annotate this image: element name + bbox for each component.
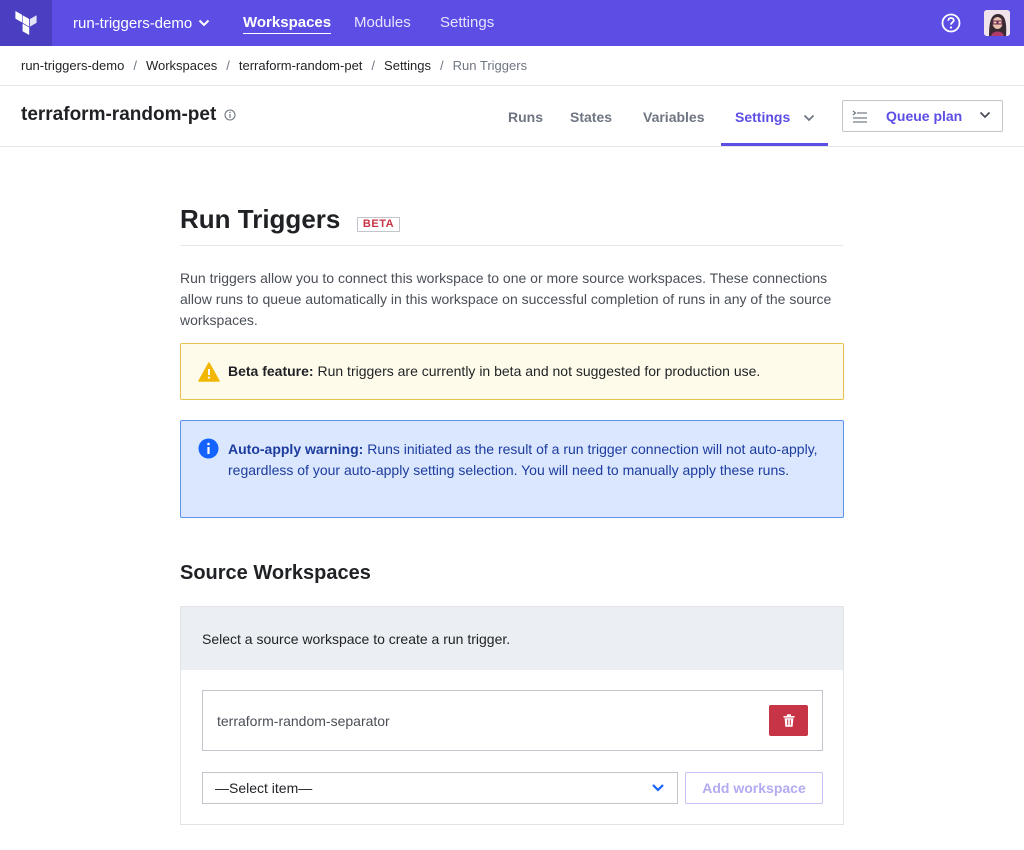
chevron-down-icon <box>652 784 664 792</box>
top-navigation: run-triggers-demo Workspaces Modules Set… <box>0 0 1024 46</box>
info-icon[interactable] <box>224 109 236 121</box>
workspace-title: terraform-random-pet <box>21 104 236 126</box>
panel-header: Select a source workspace to create a ru… <box>181 607 843 670</box>
list-icon <box>852 110 867 123</box>
terraform-logo-icon[interactable] <box>0 0 52 46</box>
auto-apply-warning-title: Auto-apply warning: <box>228 441 364 457</box>
breadcrumb-separator: / <box>226 58 230 73</box>
info-circle-icon <box>198 438 219 459</box>
org-name: run-triggers-demo <box>73 14 193 32</box>
tab-states[interactable]: States <box>570 109 612 125</box>
auto-apply-warning-alert: Auto-apply warning: Runs initiated as th… <box>180 420 844 518</box>
tab-runs[interactable]: Runs <box>508 109 543 125</box>
divider <box>0 146 1024 147</box>
breadcrumb: run-triggers-demo / Workspaces / terrafo… <box>21 58 527 73</box>
nav-modules[interactable]: Modules <box>354 0 411 46</box>
intro-text: Run triggers allow you to connect this w… <box>180 270 832 328</box>
breadcrumb-current: Run Triggers <box>452 58 528 73</box>
chevron-down-icon <box>199 19 210 27</box>
source-workspaces-panel: Select a source workspace to create a ru… <box>180 606 844 825</box>
breadcrumb-workspaces[interactable]: Workspaces <box>146 58 217 73</box>
nav-workspaces[interactable]: Workspaces <box>243 0 332 46</box>
breadcrumb-separator: / <box>440 58 444 73</box>
trash-icon <box>783 714 794 727</box>
breadcrumb-separator: / <box>133 58 137 73</box>
chevron-down-icon <box>803 114 815 122</box>
page-title: Run Triggers <box>180 204 341 234</box>
panel-instruction: Select a source workspace to create a ru… <box>202 631 511 647</box>
divider <box>180 245 843 246</box>
breadcrumb-workspace[interactable]: terraform-random-pet <box>239 58 363 73</box>
beta-warning-body: Run triggers are currently in beta and n… <box>313 363 761 379</box>
chevron-down-icon[interactable] <box>979 111 991 119</box>
breadcrumb-settings[interactable]: Settings <box>384 58 431 73</box>
beta-warning-title: Beta feature: <box>228 363 314 379</box>
breadcrumb-separator: / <box>371 58 376 73</box>
breadcrumb-org[interactable]: run-triggers-demo <box>21 58 124 73</box>
workspace-name: terraform-random-pet <box>21 104 217 125</box>
divider <box>0 85 1024 86</box>
beta-warning-alert: Beta feature: Run triggers are currently… <box>180 343 844 400</box>
list-item: terraform-random-separator <box>202 690 823 751</box>
add-workspace-button[interactable]: Add workspace <box>685 772 823 804</box>
tab-variables[interactable]: Variables <box>643 109 705 125</box>
org-switcher[interactable]: run-triggers-demo <box>73 0 210 46</box>
question-circle-icon[interactable] <box>940 12 962 34</box>
tab-settings[interactable]: Settings <box>735 109 815 125</box>
avatar[interactable] <box>984 10 1010 36</box>
section-title: Source Workspaces <box>180 562 371 584</box>
workspace-select[interactable]: —Select item— <box>202 772 678 804</box>
tab-settings-label: Settings <box>735 109 791 125</box>
queue-plan-button[interactable]: Queue plan <box>842 100 1003 132</box>
beta-badge: BETA <box>357 217 400 232</box>
select-value: —Select item— <box>215 780 313 796</box>
queue-plan-label: Queue plan <box>886 108 963 124</box>
warning-triangle-icon <box>198 362 220 382</box>
beta-warning-text: Beta feature: Run triggers are currently… <box>228 363 760 379</box>
auto-apply-warning-text: Auto-apply warning: Runs initiated as th… <box>228 439 833 481</box>
source-workspace-name: terraform-random-separator <box>217 713 390 729</box>
nav-settings[interactable]: Settings <box>440 0 494 46</box>
delete-button[interactable] <box>769 705 808 736</box>
